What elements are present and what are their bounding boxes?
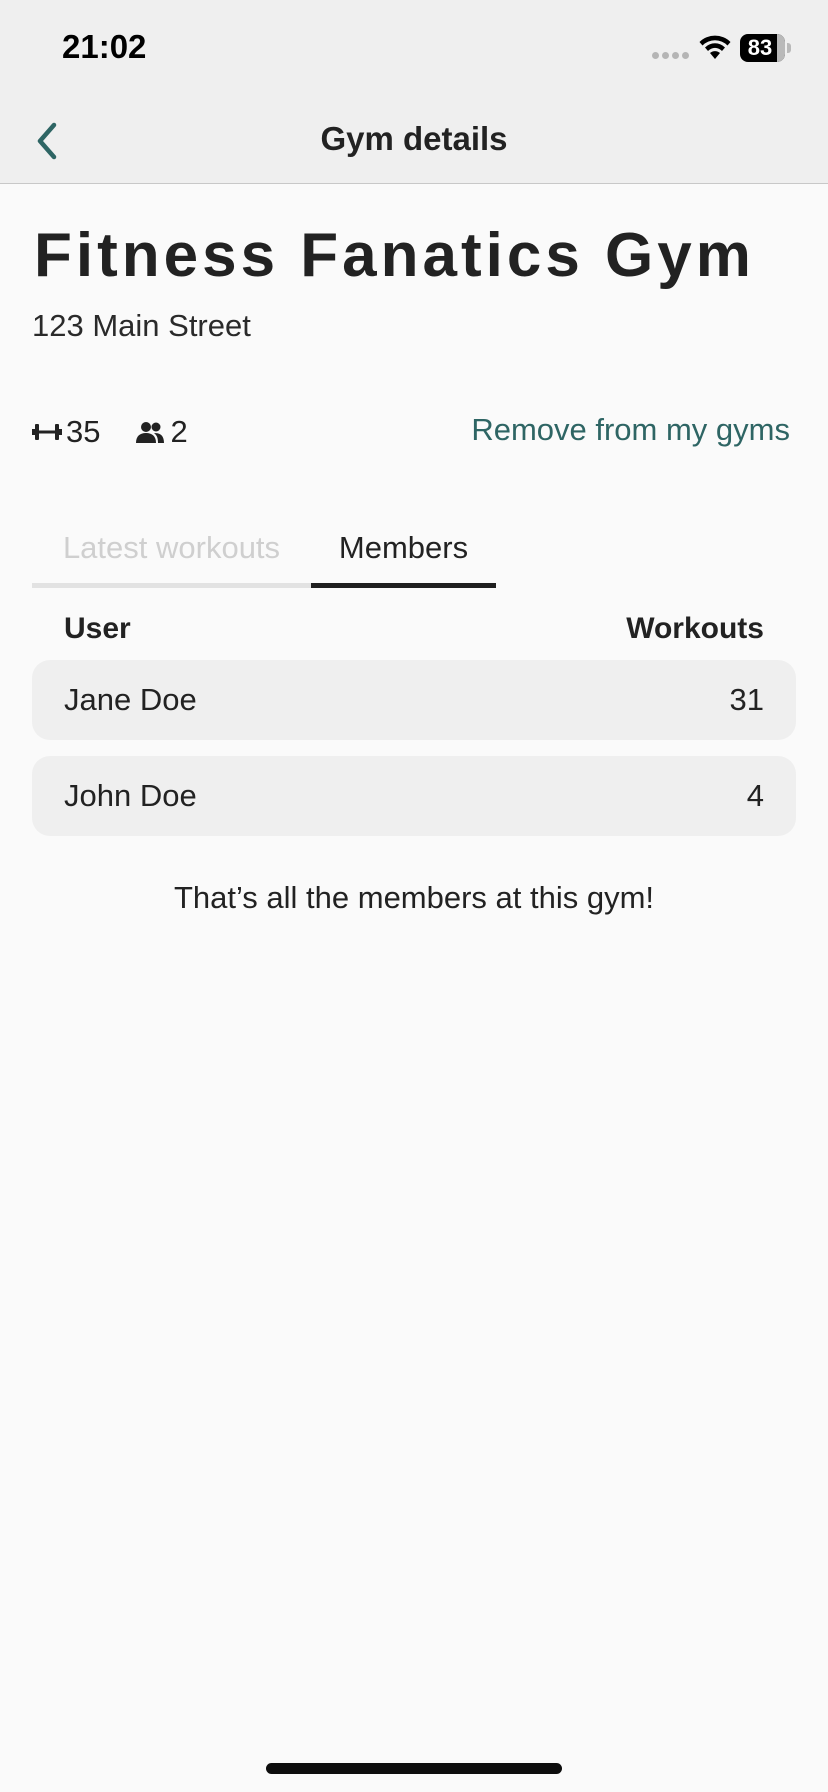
member-name: Jane Doe (64, 682, 197, 717)
status-bar: 21:02 83 (0, 0, 828, 96)
workouts-count: 35 (66, 414, 101, 449)
table-header: User Workouts (32, 606, 796, 654)
end-of-list-message: That’s all the members at this gym! (173, 880, 655, 915)
member-name: John Doe (64, 778, 197, 813)
members-stat: 2 (134, 414, 188, 450)
tab-members[interactable]: Members (311, 520, 496, 588)
gym-address: 123 Main Street (32, 308, 251, 343)
battery-icon: 83 (740, 34, 791, 62)
table-row[interactable]: Jane Doe 31 (32, 660, 796, 740)
tab-latest-workouts[interactable]: Latest workouts (32, 520, 311, 588)
column-header-workouts: Workouts (626, 612, 764, 645)
page-title: Gym details (320, 120, 508, 157)
remove-from-my-gyms-button[interactable]: Remove from my gyms (471, 412, 790, 448)
gym-name: Fitness Fanatics Gym (34, 221, 755, 290)
member-workouts: 4 (746, 778, 764, 813)
member-workouts: 31 (729, 682, 764, 717)
dumbbell-icon (32, 424, 62, 440)
people-icon (136, 422, 165, 443)
table-row[interactable]: John Doe 4 (32, 756, 796, 836)
column-header-user: User (64, 612, 131, 645)
wifi-icon (699, 35, 731, 59)
signal-dots-icon (652, 52, 690, 61)
gym-stats: 35 2 (32, 410, 222, 454)
status-time: 21:02 (62, 28, 147, 65)
home-indicator[interactable] (266, 1763, 562, 1774)
members-count: 2 (170, 414, 188, 449)
tab-bar: Latest workouts Members (32, 520, 496, 588)
battery-level: 83 (747, 35, 773, 60)
workouts-stat: 35 (32, 414, 100, 450)
nav-bar: Gym details (0, 96, 828, 184)
